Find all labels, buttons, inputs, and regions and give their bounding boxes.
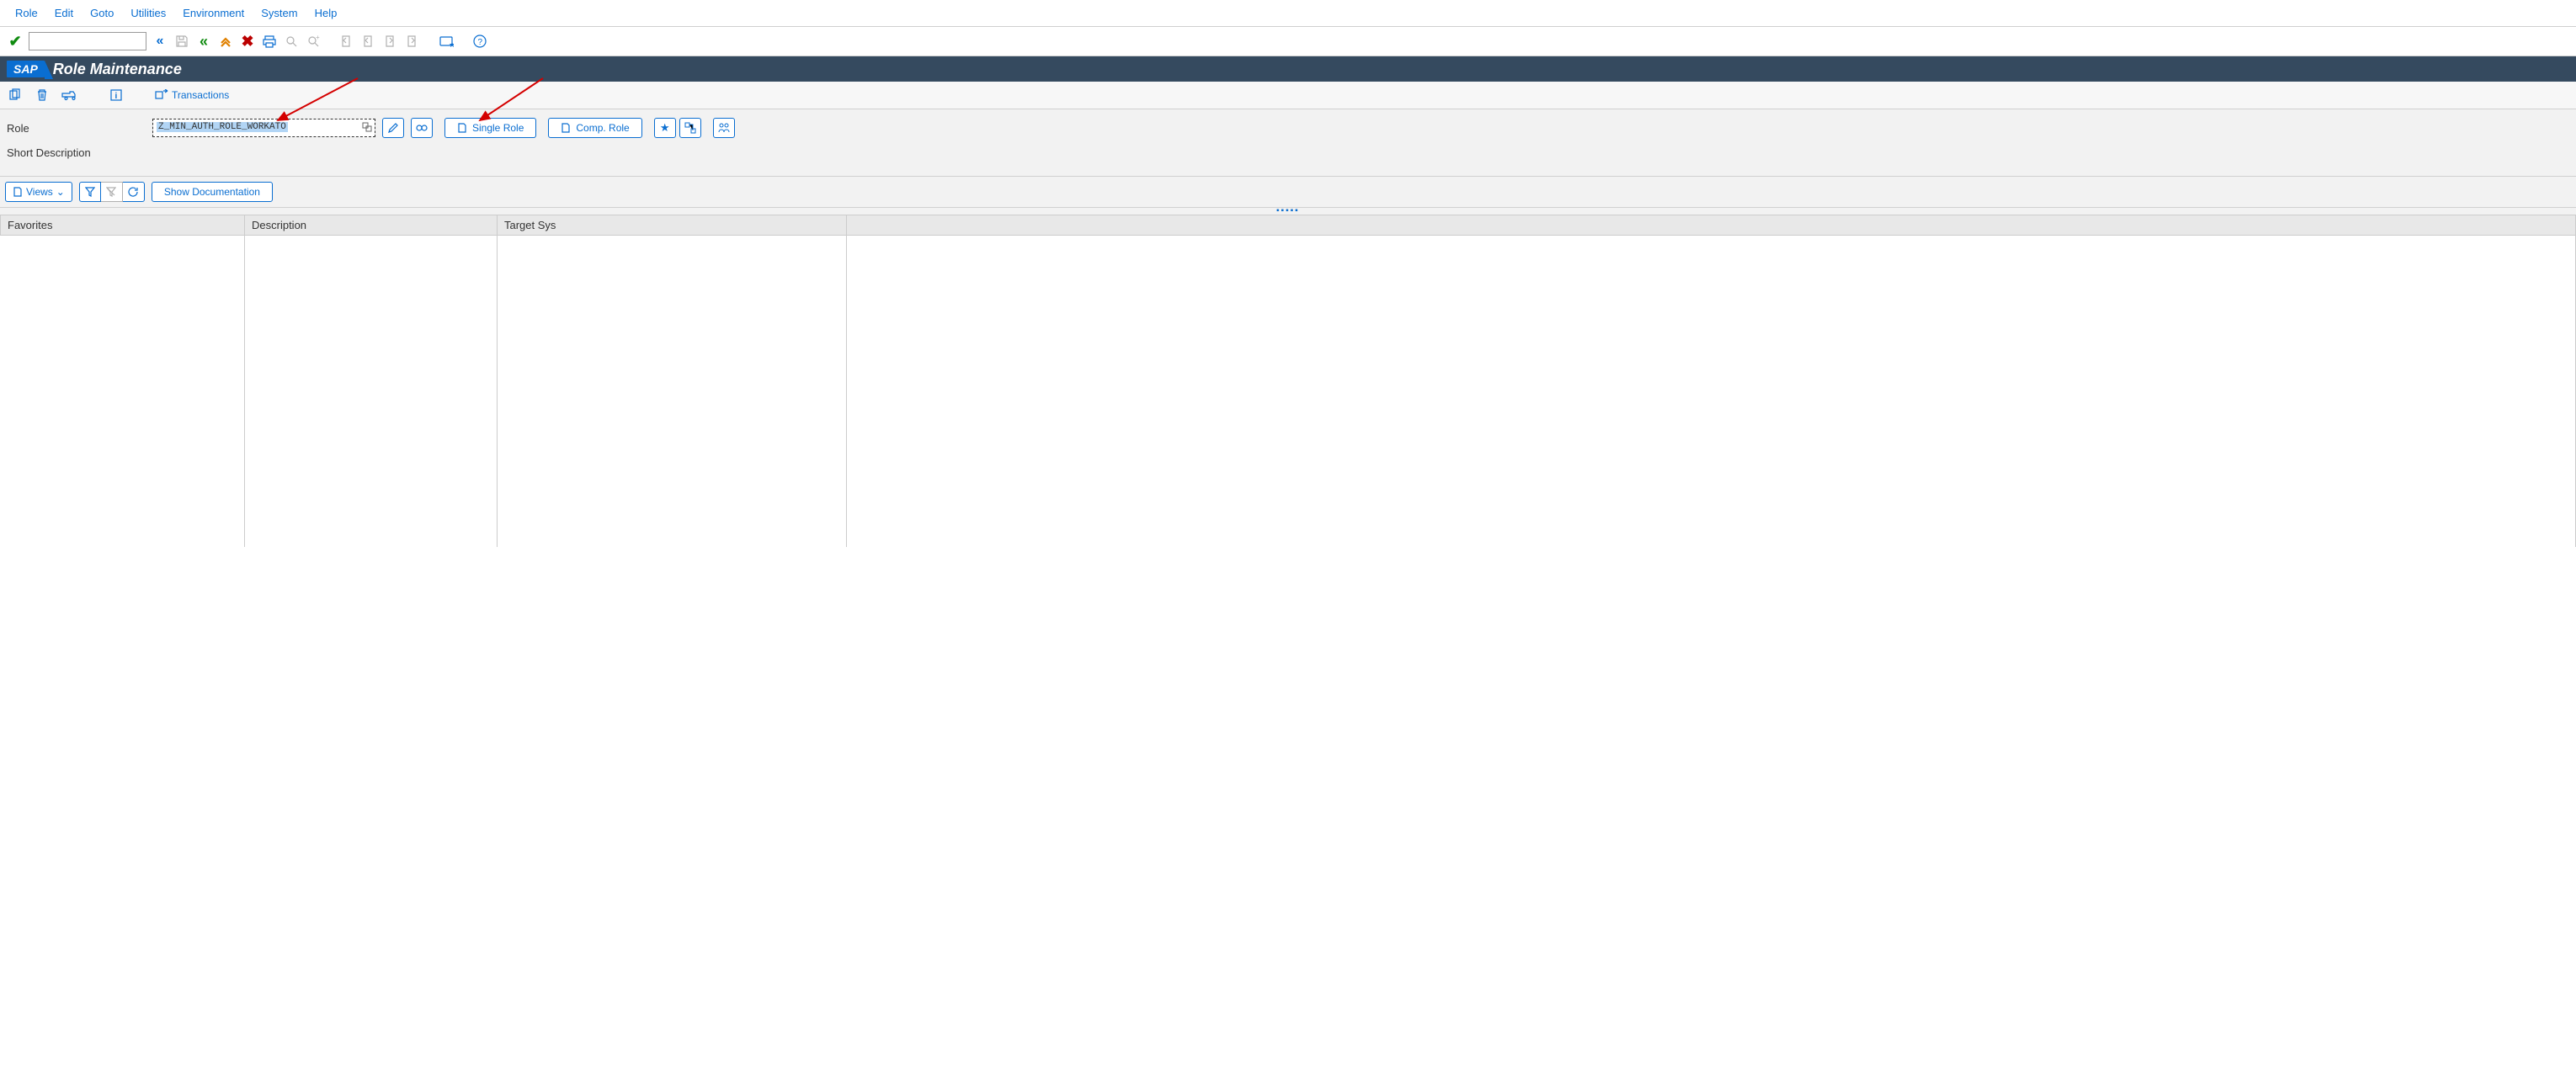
views-label: Views xyxy=(26,186,53,198)
menu-role[interactable]: Role xyxy=(7,3,46,23)
role-row: Role Z_MIN_AUTH_ROLE_WORKATO Single Role xyxy=(7,118,2569,138)
role-input[interactable]: Z_MIN_AUTH_ROLE_WORKATO xyxy=(152,119,375,137)
next-page-icon[interactable] xyxy=(382,33,399,50)
save-icon[interactable] xyxy=(173,33,190,50)
favorite-button[interactable]: ★ xyxy=(654,118,676,138)
enter-icon[interactable]: ✔ xyxy=(7,33,24,50)
app-toolbar: i Transactions xyxy=(0,82,2576,109)
col-favorites-header[interactable]: Favorites xyxy=(1,215,245,236)
col-target-header[interactable]: Target Sys xyxy=(498,215,847,236)
menu-goto[interactable]: Goto xyxy=(82,3,122,23)
menu-bar: Role Edit Goto Utilities Environment Sys… xyxy=(0,0,2576,27)
edit-button[interactable] xyxy=(382,118,404,138)
collapse-icon[interactable]: « xyxy=(152,33,168,50)
svg-text:i: i xyxy=(115,92,118,101)
comp-role-label: Comp. Role xyxy=(576,122,629,134)
favorites-table-wrap: ▪▪▪▪▪ Favorites Description Target Sys xyxy=(0,208,2576,547)
help-icon[interactable]: ? xyxy=(471,33,488,50)
menu-environment[interactable]: Environment xyxy=(174,3,253,23)
find-next-icon[interactable]: + xyxy=(305,33,322,50)
transport-icon[interactable] xyxy=(61,87,77,104)
display-button[interactable] xyxy=(411,118,433,138)
prev-page-icon[interactable] xyxy=(360,33,377,50)
filter-button[interactable] xyxy=(79,182,101,202)
chevron-down-icon: ⌄ xyxy=(56,186,65,198)
role-value: Z_MIN_AUTH_ROLE_WORKATO xyxy=(157,122,288,132)
cell-target[interactable] xyxy=(498,236,847,547)
svg-text:★: ★ xyxy=(449,40,454,49)
exit-icon[interactable] xyxy=(217,33,234,50)
comp-role-button[interactable]: Comp. Role xyxy=(548,118,641,138)
title-bar: SAP Role Maintenance xyxy=(0,56,2576,82)
last-page-icon[interactable] xyxy=(404,33,421,50)
single-role-label: Single Role xyxy=(472,122,524,134)
first-page-icon[interactable] xyxy=(338,33,355,50)
print-icon[interactable] xyxy=(261,33,278,50)
refresh-button[interactable] xyxy=(123,182,145,202)
new-session-icon[interactable]: ★ xyxy=(438,33,455,50)
delete-icon[interactable] xyxy=(34,87,51,104)
copy-icon[interactable] xyxy=(7,87,24,104)
cell-favorites[interactable] xyxy=(1,236,245,547)
cancel-icon[interactable]: ✖ xyxy=(239,33,256,50)
menu-utilities[interactable]: Utilities xyxy=(122,3,174,23)
users-button[interactable] xyxy=(713,118,735,138)
role-label: Role xyxy=(7,122,146,135)
views-button[interactable]: Views ⌄ xyxy=(5,182,72,202)
standard-toolbar: ✔ « « ✖ + ★ ? xyxy=(0,27,2576,56)
transactions-link[interactable]: Transactions xyxy=(155,89,229,101)
find-icon[interactable] xyxy=(283,33,300,50)
table-row xyxy=(1,236,2576,547)
splitter-handle[interactable]: ▪▪▪▪▪ xyxy=(0,208,2576,215)
sap-logo: SAP xyxy=(7,61,45,77)
cell-empty xyxy=(847,236,2576,547)
form-area: Role Z_MIN_AUTH_ROLE_WORKATO Single Role xyxy=(0,109,2576,177)
cell-description[interactable] xyxy=(245,236,498,547)
info-icon[interactable]: i xyxy=(108,87,125,104)
transactions-label: Transactions xyxy=(172,89,229,101)
page-title: Role Maintenance xyxy=(53,61,182,78)
show-documentation-button[interactable]: Show Documentation xyxy=(152,182,273,202)
menu-help[interactable]: Help xyxy=(306,3,346,23)
command-field[interactable] xyxy=(29,32,146,50)
role-input-wrap: Z_MIN_AUTH_ROLE_WORKATO xyxy=(152,119,375,137)
filter-clear-button[interactable] xyxy=(101,182,123,202)
favorites-table: Favorites Description Target Sys xyxy=(0,215,2576,547)
f4-help-icon[interactable] xyxy=(362,122,372,135)
short-desc-label: Short Description xyxy=(7,146,146,159)
hierarchy-button[interactable] xyxy=(679,118,701,138)
show-documentation-label: Show Documentation xyxy=(164,186,260,198)
col-empty-header xyxy=(847,215,2576,236)
table-toolbar: Views ⌄ Show Documentation xyxy=(0,177,2576,208)
svg-text:+: + xyxy=(316,35,320,41)
svg-text:?: ? xyxy=(478,38,483,47)
single-role-button[interactable]: Single Role xyxy=(444,118,536,138)
col-description-header[interactable]: Description xyxy=(245,215,498,236)
short-desc-row: Short Description xyxy=(7,146,2569,159)
menu-edit[interactable]: Edit xyxy=(46,3,82,23)
back-icon[interactable]: « xyxy=(195,33,212,50)
menu-system[interactable]: System xyxy=(253,3,306,23)
